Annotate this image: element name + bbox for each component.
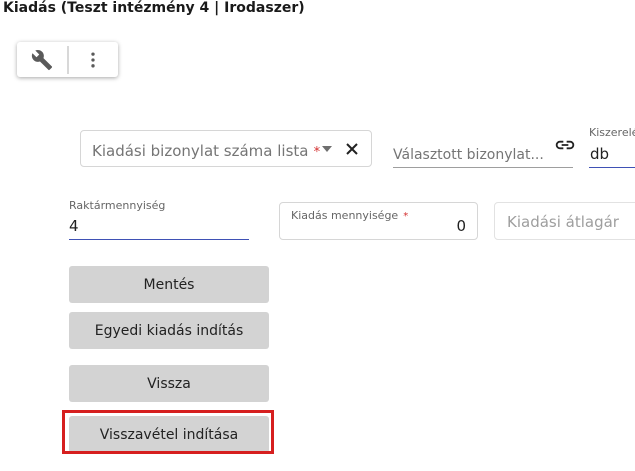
document-list-select[interactable]: Kiadási bizonylat száma lista * bbox=[80, 130, 372, 167]
more-button[interactable] bbox=[69, 42, 119, 77]
more-vert-icon bbox=[91, 52, 95, 67]
selected-document-placeholder: Választott bizonylat... bbox=[393, 147, 544, 163]
highlight-box bbox=[62, 410, 274, 454]
document-list-placeholder: Kiadási bizonylat száma lista bbox=[92, 142, 309, 160]
stock-quantity-value: 4 bbox=[69, 217, 79, 235]
stock-quantity-label: Raktármennyiség bbox=[69, 199, 166, 212]
save-button[interactable]: Mentés bbox=[69, 266, 269, 303]
issue-quantity-label: Kiadás mennyisége bbox=[291, 209, 399, 222]
stock-quantity-field[interactable]: Raktármennyiség 4 bbox=[69, 198, 249, 240]
wrench-icon bbox=[31, 49, 52, 70]
average-price-placeholder: Kiadási átlagár bbox=[507, 213, 619, 231]
issue-quantity-value: 0 bbox=[456, 217, 466, 235]
back-button[interactable]: Vissza bbox=[69, 365, 269, 402]
required-mark: * bbox=[313, 145, 321, 160]
toolbar bbox=[17, 42, 118, 77]
average-price-field: Kiadási átlagár bbox=[494, 202, 635, 240]
link-icon[interactable] bbox=[555, 139, 575, 151]
wrench-button[interactable] bbox=[17, 42, 67, 77]
selected-document-field[interactable]: Választott bizonylat... bbox=[393, 138, 573, 168]
required-mark: * bbox=[403, 211, 409, 222]
clear-icon[interactable] bbox=[345, 142, 359, 156]
packaging-label: Kiszerelé bbox=[589, 126, 635, 139]
single-issue-button[interactable]: Egyedi kiadás indítás bbox=[69, 312, 269, 349]
issue-quantity-field[interactable]: Kiadás mennyisége * 0 bbox=[279, 202, 478, 240]
packaging-field[interactable]: Kiszerelé db bbox=[589, 126, 635, 168]
page-title: Kiadás (Teszt intézmény 4 | Irodaszer) bbox=[3, 0, 305, 16]
dropdown-arrow-icon[interactable] bbox=[321, 145, 333, 153]
packaging-value: db bbox=[590, 145, 610, 163]
